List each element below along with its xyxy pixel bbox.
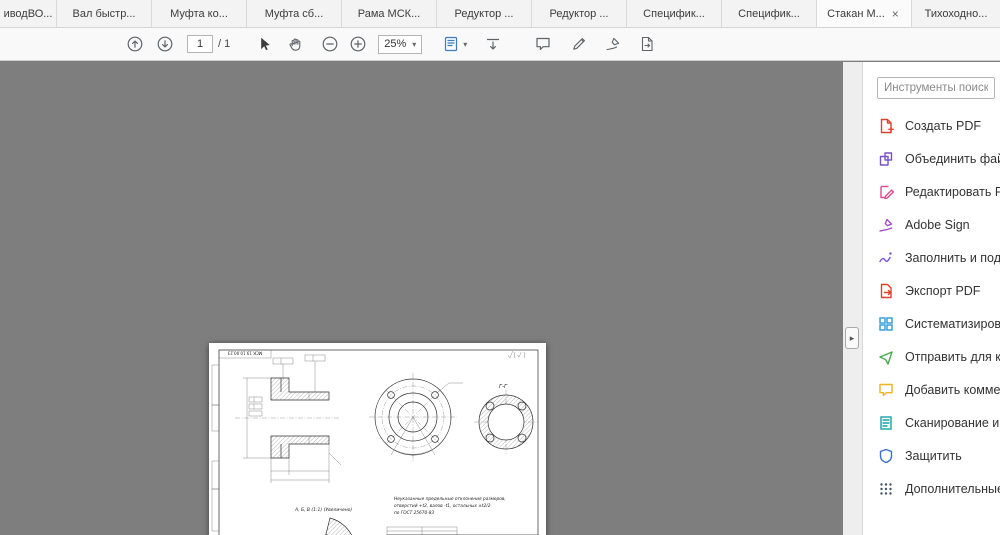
- edit-pdf-icon: [877, 183, 895, 201]
- tab-stakan-active[interactable]: Стакан М... ×: [817, 0, 912, 27]
- tab-mufta-ko[interactable]: Муфта ко...: [152, 0, 247, 27]
- tab-mufta-sb[interactable]: Муфта сб...: [247, 0, 342, 27]
- tab-tikhokhodno[interactable]: Тихоходно...: [912, 0, 1000, 27]
- chevron-down-icon: ▾: [463, 40, 467, 49]
- tab-specifik-1[interactable]: Специфик...: [627, 0, 722, 27]
- next-page-icon[interactable]: [155, 34, 175, 54]
- close-icon[interactable]: ×: [890, 8, 901, 20]
- document-canvas[interactable]: МСК 19.10.00.23: [0, 62, 843, 535]
- tool-item-scan-ocr[interactable]: Сканирование и распознавание: [877, 406, 1000, 439]
- detail-label: А, Б, В (1:1) (Увеличено): [294, 507, 352, 513]
- scan-ocr-icon: [877, 414, 895, 432]
- sign-tool-icon[interactable]: [603, 34, 623, 54]
- fill-sign-icon: [877, 249, 895, 267]
- zoom-level-dropdown[interactable]: 25% ▾: [378, 35, 422, 54]
- collapse-arrow-icon: ▸: [850, 333, 855, 344]
- main-toolbar: / 1 25% ▾ ▾: [0, 28, 1000, 61]
- tool-item-label: Систематизировать страницы: [905, 317, 1000, 331]
- notes-line-2: отверстий +t2, валов -t1, остальных ±t2/…: [394, 503, 491, 509]
- export-pdf-icon: [877, 282, 895, 300]
- create-pdf-icon: [877, 117, 895, 135]
- tab-reduktor-1[interactable]: Редуктор ...: [437, 0, 532, 27]
- panel-rail: [843, 62, 862, 535]
- send-review-icon: [877, 348, 895, 366]
- combine-files-icon: [877, 150, 895, 168]
- tool-item-combine-files[interactable]: Объединить файлы: [877, 142, 1000, 175]
- scroll-mode-icon[interactable]: [483, 34, 503, 54]
- tool-item-send-review[interactable]: Отправить для комментирования: [877, 340, 1000, 373]
- comment-tool-icon[interactable]: [533, 34, 553, 54]
- doc-number-top-stamp: МСК 19.10.00.23: [227, 351, 262, 356]
- tools-panel: Создать PDF Объединить файлы Редактирова…: [862, 62, 1000, 535]
- tool-item-add-comment[interactable]: Добавить комментарий: [877, 373, 1000, 406]
- highlight-tool-icon[interactable]: [569, 34, 589, 54]
- tool-item-label: Отправить для комментирования: [905, 350, 1000, 364]
- tool-item-adobe-sign[interactable]: Adobe Sign: [877, 208, 1000, 241]
- tool-item-label: Заполнить и подписать: [905, 251, 1000, 265]
- chevron-down-icon: ▾: [412, 40, 416, 49]
- tool-item-more-tools[interactable]: Дополнительные инструменты: [877, 472, 1000, 505]
- tab-val-bystr[interactable]: Вал быстр...: [57, 0, 152, 27]
- page-count-label: / 1: [218, 38, 230, 50]
- select-tool-icon[interactable]: [254, 34, 274, 54]
- acrobat-window: иводВО... Вал быстр... Муфта ко... Муфта…: [0, 0, 1000, 535]
- previous-page-icon[interactable]: [125, 34, 145, 54]
- zoom-out-icon[interactable]: [320, 34, 340, 54]
- tool-item-label: Экспорт PDF: [905, 284, 980, 298]
- notes-line-1: Неуказанные предельные отклонения размер…: [394, 496, 506, 502]
- section-label: Г-Г: [499, 384, 508, 390]
- tool-item-label: Защитить: [905, 449, 962, 463]
- tab-privod[interactable]: иводВО...: [0, 0, 57, 27]
- tool-item-label: Объединить файлы: [905, 152, 1000, 166]
- pdf-page[interactable]: МСК 19.10.00.23: [209, 343, 546, 535]
- tab-specifik-2[interactable]: Специфик...: [722, 0, 817, 27]
- tool-item-edit-pdf[interactable]: Редактировать PDF: [877, 175, 1000, 208]
- organize-pages-icon: [877, 315, 895, 333]
- tool-item-fill-sign[interactable]: Заполнить и подписать: [877, 241, 1000, 274]
- page-display-dropdown[interactable]: ▾: [442, 34, 467, 54]
- engineering-drawing: МСК 19.10.00.23: [209, 343, 546, 535]
- page-flip-tool-icon[interactable]: [637, 34, 657, 54]
- notes-line-3: по ГОСТ 25670-83: [394, 510, 435, 516]
- tool-item-label: Сканирование и распознавание: [905, 416, 1000, 430]
- panel-collapse-button[interactable]: ▸: [845, 327, 859, 349]
- tool-item-export-pdf[interactable]: Экспорт PDF: [877, 274, 1000, 307]
- more-tools-icon: [877, 480, 895, 498]
- tool-item-protect[interactable]: Защитить: [877, 439, 1000, 472]
- tool-item-label: Дополнительные инструменты: [905, 482, 1000, 496]
- tab-rama-msk[interactable]: Рама МСК...: [342, 0, 437, 27]
- tool-item-create-pdf[interactable]: Создать PDF: [877, 109, 1000, 142]
- tool-item-organize-pages[interactable]: Систематизировать страницы: [877, 307, 1000, 340]
- tab-bar: иводВО... Вал быстр... Муфта ко... Муфта…: [0, 0, 1000, 28]
- hand-tool-icon[interactable]: [286, 34, 306, 54]
- tool-item-label: Adobe Sign: [905, 218, 970, 232]
- tab-reduktor-2[interactable]: Редуктор ...: [532, 0, 627, 27]
- protect-shield-icon: [877, 447, 895, 465]
- page-number-input[interactable]: [187, 35, 213, 53]
- zoom-in-icon[interactable]: [348, 34, 368, 54]
- tool-item-label: Создать PDF: [905, 119, 981, 133]
- tool-item-label: Добавить комментарий: [905, 383, 1000, 397]
- tools-list: Создать PDF Объединить файлы Редактирова…: [863, 109, 1000, 505]
- tools-search-input[interactable]: [877, 77, 995, 99]
- tool-item-label: Редактировать PDF: [905, 185, 1000, 199]
- adobe-sign-icon: [877, 216, 895, 234]
- add-comment-icon: [877, 381, 895, 399]
